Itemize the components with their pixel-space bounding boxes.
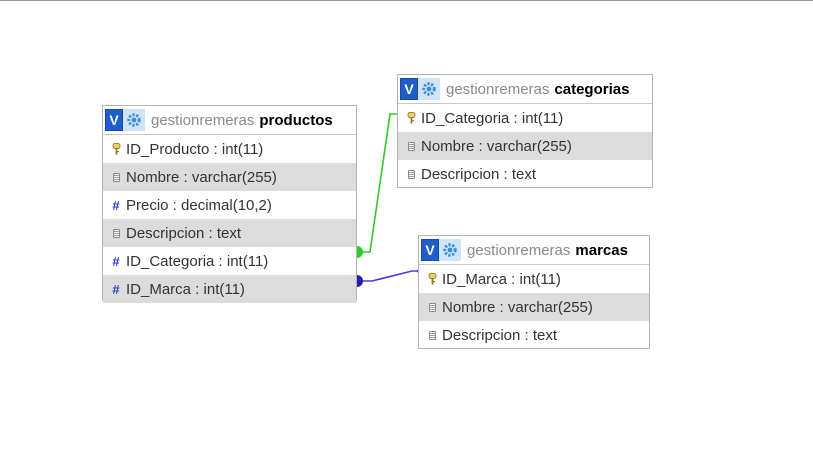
table-header[interactable]: V gestionremeras marcas bbox=[419, 236, 649, 265]
database-name: gestionremeras bbox=[446, 80, 550, 98]
column-label: ID_Marca : int(11) bbox=[126, 280, 245, 298]
relation-marca-connector bbox=[357, 275, 363, 287]
numeric-field-icon: # bbox=[112, 197, 120, 213]
table-name[interactable]: categorias bbox=[554, 81, 629, 98]
table-header[interactable]: V gestionremeras categorias bbox=[398, 75, 652, 104]
column-row[interactable]: ID_Categoria : int(11) bbox=[398, 104, 652, 132]
column-label: Descripcion : text bbox=[126, 224, 242, 242]
relation-categoria-line bbox=[357, 113, 400, 253]
column-row[interactable]: Descripcion : text bbox=[103, 219, 356, 247]
column-row[interactable]: Descripcion : text bbox=[419, 321, 649, 349]
table-categorias[interactable]: V gestionremeras categorias ID_Categoria… bbox=[397, 74, 653, 188]
column-row[interactable]: Descripcion : text bbox=[398, 160, 652, 188]
column-label: ID_Categoria : int(11) bbox=[126, 252, 269, 270]
text-field-icon bbox=[403, 169, 419, 179]
database-name: gestionremeras bbox=[151, 111, 255, 129]
table-name[interactable]: marcas bbox=[575, 242, 628, 259]
table-marcas[interactable]: V gestionremeras marcas ID_Marca : int(1… bbox=[418, 235, 650, 349]
column-row[interactable]: # ID_Marca : int(11) bbox=[103, 275, 356, 303]
column-label: Nombre : varchar(255) bbox=[126, 168, 277, 186]
column-row[interactable]: ID_Producto : int(11) bbox=[103, 135, 356, 163]
top-divider bbox=[0, 0, 813, 1]
text-field-icon bbox=[108, 228, 124, 238]
relation-categoria-connector bbox=[357, 246, 363, 258]
column-row[interactable]: ID_Marca : int(11) bbox=[419, 265, 649, 293]
column-label: Nombre : varchar(255) bbox=[421, 137, 572, 155]
column-row[interactable]: Nombre : varchar(255) bbox=[419, 293, 649, 321]
table-productos[interactable]: V gestionremeras productos ID_Producto :… bbox=[102, 105, 357, 303]
key-icon bbox=[403, 112, 419, 124]
column-row[interactable]: Nombre : varchar(255) bbox=[398, 132, 652, 160]
column-label: Nombre : varchar(255) bbox=[442, 298, 593, 316]
column-label: Descripcion : text bbox=[442, 326, 558, 344]
gear-icon[interactable] bbox=[123, 109, 145, 131]
key-icon bbox=[424, 273, 440, 285]
column-label: ID_Producto : int(11) bbox=[126, 140, 264, 158]
key-icon bbox=[108, 143, 124, 155]
column-label: Descripcion : text bbox=[421, 165, 537, 183]
table-name[interactable]: productos bbox=[259, 112, 332, 129]
table-header[interactable]: V gestionremeras productos bbox=[103, 106, 356, 135]
relation-marca-line bbox=[357, 270, 420, 282]
database-name: gestionremeras bbox=[467, 241, 571, 259]
gear-icon[interactable] bbox=[418, 78, 440, 100]
gear-icon[interactable] bbox=[439, 239, 461, 261]
column-row[interactable]: # ID_Categoria : int(11) bbox=[103, 247, 356, 275]
column-label: ID_Marca : int(11) bbox=[442, 270, 561, 288]
toggle-v-icon[interactable]: V bbox=[105, 109, 123, 131]
text-field-icon bbox=[424, 330, 440, 340]
text-field-icon bbox=[108, 172, 124, 182]
text-field-icon bbox=[403, 141, 419, 151]
column-label: ID_Categoria : int(11) bbox=[421, 109, 564, 127]
column-list: ID_Categoria : int(11) Nombre : varchar(2… bbox=[398, 104, 652, 188]
text-field-icon bbox=[424, 302, 440, 312]
numeric-field-icon: # bbox=[112, 253, 120, 269]
toggle-v-icon[interactable]: V bbox=[400, 78, 418, 100]
column-row[interactable]: # Precio : decimal(10,2) bbox=[103, 191, 356, 219]
column-list: ID_Marca : int(11) Nombre : varchar(255) D… bbox=[419, 265, 649, 349]
column-label: Precio : decimal(10,2) bbox=[126, 196, 272, 214]
numeric-field-icon: # bbox=[112, 281, 120, 297]
column-row[interactable]: Nombre : varchar(255) bbox=[103, 163, 356, 191]
column-list: ID_Producto : int(11) Nombre : varchar(25… bbox=[103, 135, 356, 303]
toggle-v-icon[interactable]: V bbox=[421, 239, 439, 261]
